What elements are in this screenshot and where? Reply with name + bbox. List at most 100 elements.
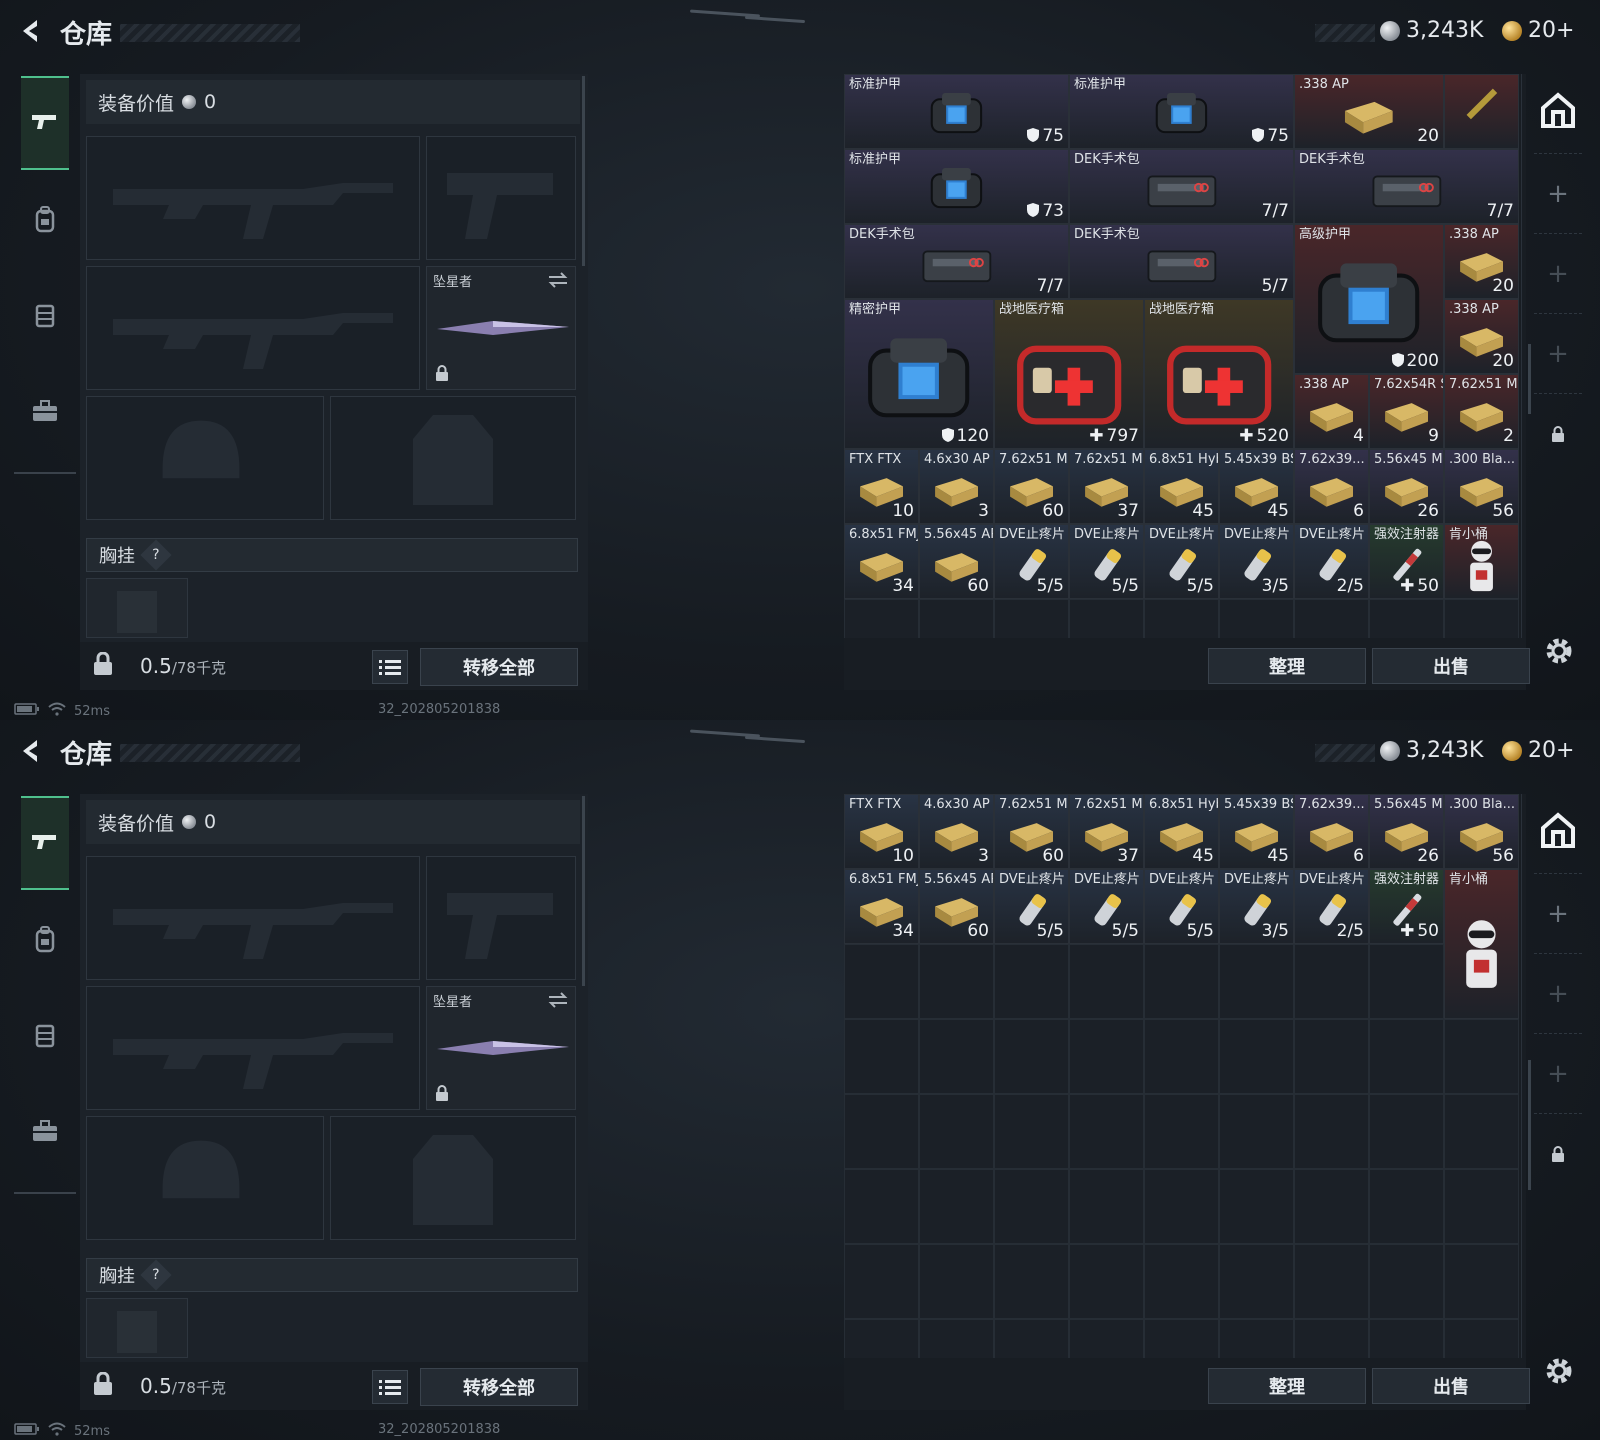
inventory-item[interactable]: 6.8x51 FMJ 34 [844, 869, 919, 944]
inventory-item[interactable]: .338 AP 20 [1294, 74, 1444, 149]
grid-cell[interactable] [1219, 1094, 1294, 1169]
secondary-weapon-slot[interactable] [86, 266, 420, 390]
grid-cell[interactable] [919, 1094, 994, 1169]
inventory-item[interactable]: 4.6x30 AP SX 3 [919, 449, 994, 524]
tab-backpack[interactable] [21, 894, 69, 988]
inventory-item[interactable]: DEK手术包 7/7 [1294, 149, 1519, 224]
grid-cell[interactable] [1294, 1244, 1369, 1319]
grid-cell[interactable] [1294, 1319, 1369, 1358]
swap-icon[interactable] [547, 271, 569, 293]
grid-cell[interactable] [994, 1244, 1069, 1319]
list-view-button[interactable] [372, 650, 408, 684]
grid-cell[interactable] [994, 1094, 1069, 1169]
inventory-item[interactable]: 战地医疗箱 ✚ 797 [994, 299, 1144, 449]
grid-cell[interactable] [919, 1019, 994, 1094]
inventory-item[interactable]: DVE止疼片 5/5 [1069, 524, 1144, 599]
inventory-item[interactable]: 7.62x54R SNB 9 [1369, 374, 1444, 449]
inventory-item[interactable]: 4.6x30 AP SX 3 [919, 794, 994, 869]
grid-cell[interactable] [1444, 1169, 1519, 1244]
inventory-item[interactable]: DEK手术包 5/7 [1069, 224, 1294, 299]
grid-cell[interactable] [919, 944, 994, 1019]
tab-backpack[interactable] [21, 174, 69, 268]
grid-cell[interactable] [1144, 944, 1219, 1019]
helmet-slot[interactable] [86, 396, 324, 520]
grid-cell[interactable] [1294, 599, 1369, 638]
grid-cell[interactable] [1369, 1094, 1444, 1169]
grid-cell[interactable] [1219, 944, 1294, 1019]
grid-cell[interactable] [1294, 944, 1369, 1019]
inventory-item[interactable]: 精密护甲 120 [844, 299, 994, 449]
tab-case[interactable] [21, 270, 69, 364]
add-tab-button[interactable]: + [1534, 314, 1582, 394]
add-tab-button[interactable]: + [1534, 234, 1582, 314]
tab-weapons[interactable] [21, 796, 69, 890]
tab-toolbox[interactable] [21, 366, 69, 460]
grid-cell[interactable] [1144, 1169, 1219, 1244]
grid-cell[interactable] [1219, 1319, 1294, 1358]
left-scrollbar[interactable] [582, 76, 585, 266]
inventory-item[interactable]: 标准护甲 75 [1069, 74, 1294, 149]
left-scrollbar[interactable] [582, 796, 585, 986]
inventory-item[interactable]: DVE止疼片 5/5 [1144, 524, 1219, 599]
grid-cell[interactable] [1444, 599, 1519, 638]
add-tab-button[interactable]: + [1534, 954, 1582, 1034]
helmet-slot[interactable] [86, 1116, 324, 1240]
inventory-item[interactable]: FTX FTX 10 [844, 449, 919, 524]
back-arrow-icon[interactable] [14, 14, 48, 48]
back-arrow-icon[interactable] [14, 734, 48, 768]
help-badge[interactable]: ? [140, 539, 172, 571]
grid-cell[interactable] [844, 1244, 919, 1319]
inventory-item[interactable]: 强效注射器 ✚ 50 [1369, 524, 1444, 599]
grid-cell[interactable] [994, 1019, 1069, 1094]
inventory-item[interactable]: .338 AP 20 [1444, 224, 1519, 299]
inventory-item[interactable]: DVE止疼片 5/5 [1144, 869, 1219, 944]
grid-cell[interactable] [844, 944, 919, 1019]
grid-cell[interactable] [1444, 1019, 1519, 1094]
inventory-item[interactable]: DEK手术包 7/7 [844, 224, 1069, 299]
grid-cell[interactable] [1219, 1019, 1294, 1094]
grid-cell[interactable] [1444, 1094, 1519, 1169]
grid-cell[interactable] [1144, 1094, 1219, 1169]
primary-weapon-slot[interactable] [86, 136, 420, 260]
inventory-item[interactable] [1444, 74, 1519, 149]
inventory-item[interactable]: DVE止疼片 3/5 [1219, 524, 1294, 599]
pistol-slot[interactable] [426, 856, 576, 980]
grid-cell[interactable] [1294, 1019, 1369, 1094]
grid-cell[interactable] [1069, 1244, 1144, 1319]
inventory-item[interactable]: 标准护甲 73 [844, 149, 1069, 224]
inventory-item[interactable]: 7.62x51 M62 60 [994, 449, 1069, 524]
inventory-item[interactable]: 肯小桶 [1444, 524, 1519, 599]
inventory-item[interactable]: 6.8x51 Hybrid 45 [1144, 794, 1219, 869]
grid-cell[interactable] [844, 1319, 919, 1358]
add-tab-button[interactable]: + [1534, 154, 1582, 234]
inventory-item[interactable]: .300 Bla... BCP SUB 56 [1444, 449, 1519, 524]
grid-cell[interactable] [1069, 1319, 1144, 1358]
grid-cell[interactable] [919, 1244, 994, 1319]
inventory-item[interactable]: .300 Bla... BCP SUB 56 [1444, 794, 1519, 869]
grid-cell[interactable] [1294, 1094, 1369, 1169]
inventory-item[interactable]: 5.45x39 BS 45 [1219, 449, 1294, 524]
tab-case[interactable] [21, 990, 69, 1084]
primary-weapon-slot[interactable] [86, 856, 420, 980]
inventory-item[interactable]: FTX FTX 10 [844, 794, 919, 869]
grid-cell[interactable] [844, 1094, 919, 1169]
inventory-item[interactable]: .338 AP 4 [1294, 374, 1369, 449]
list-view-button[interactable] [372, 1370, 408, 1404]
chest-rig-slot[interactable] [86, 1298, 188, 1358]
tab-toolbox[interactable] [21, 1086, 69, 1180]
add-tab-button[interactable]: + [1534, 874, 1582, 954]
grid-cell[interactable] [1369, 599, 1444, 638]
inventory-item[interactable]: 强效注射器 ✚ 50 [1369, 869, 1444, 944]
inventory-item[interactable]: DVE止疼片 3/5 [1219, 869, 1294, 944]
tab-home[interactable] [1534, 794, 1582, 874]
inventory-item[interactable]: 6.8x51 FMJ 34 [844, 524, 919, 599]
grid-cell[interactable] [844, 599, 919, 638]
grid-cell[interactable] [994, 1319, 1069, 1358]
grid-cell[interactable] [1144, 1319, 1219, 1358]
grid-cell[interactable] [1369, 1169, 1444, 1244]
inventory-item[interactable]: 7.62x39... AP SUB 6 [1294, 794, 1369, 869]
inventory-item[interactable]: 5.45x39 BS 45 [1219, 794, 1294, 869]
grid-cell[interactable] [1069, 1169, 1144, 1244]
sort-button[interactable]: 整理 [1208, 648, 1366, 684]
grid-cell[interactable] [1369, 1244, 1444, 1319]
